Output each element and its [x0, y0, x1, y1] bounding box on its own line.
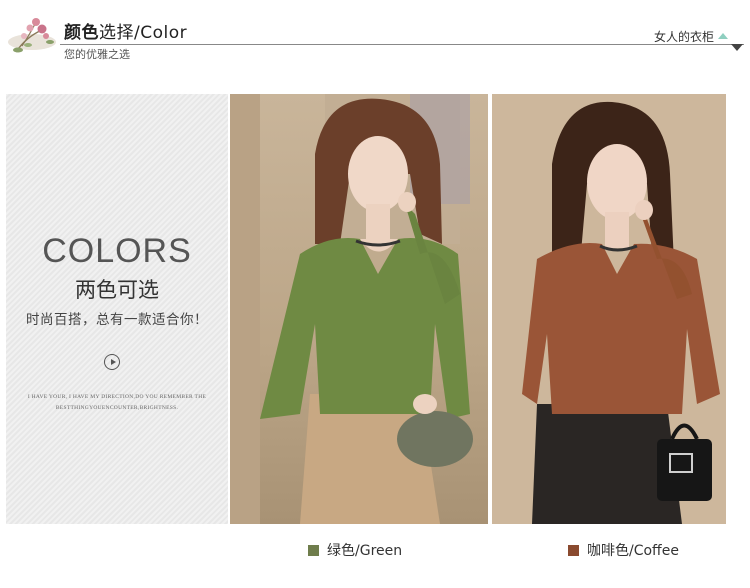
green-model-illustration: [230, 94, 473, 524]
colors-tagline: 时尚百搭，总有一款适合你！: [26, 312, 208, 328]
decorative-caption: I HAVE YOUR, I HAVE MY DIRECTION,DO YOU …: [16, 392, 218, 414]
legend-coffee: 咖啡色/Coffee: [568, 540, 679, 560]
legend-coffee-label: 咖啡色/Coffee: [587, 543, 679, 559]
title-bold: 颜色: [64, 23, 99, 43]
page-subtitle: 您的优雅之选: [64, 48, 130, 61]
coffee-swatch: [568, 544, 579, 556]
play-arrow-icon[interactable]: [104, 354, 120, 370]
triangle-down-icon: [731, 44, 743, 51]
brand-tag: 女人的衣柜: [653, 30, 714, 44]
divider: [60, 44, 744, 45]
caption-line-2: BESTTHINGYOUENCOUNTER,BRIGHTNESS.: [55, 405, 179, 411]
triangle-up-icon: [718, 33, 728, 39]
legend-green: 绿色/Green: [308, 540, 402, 560]
section-header: 颜色选择/Color 您的优雅之选 女人的衣柜: [0, 0, 750, 72]
coffee-sweater-photo: [492, 94, 726, 524]
legend-green-label: 绿色/Green: [327, 543, 403, 559]
caption-line-1: I HAVE YOUR, I HAVE MY DIRECTION,DO YOU …: [27, 394, 207, 400]
colors-heading: COLORS: [42, 232, 192, 270]
page-title: 颜色选择/Color: [64, 18, 187, 43]
colors-heading-cn: 两色可选: [75, 278, 159, 302]
green-swatch: [308, 544, 319, 556]
green-sweater-photo: [230, 94, 488, 524]
colors-panel: COLORS 两色可选 时尚百搭，总有一款适合你！ I HAVE YOUR, I…: [6, 94, 228, 524]
flower-logo-icon: [8, 18, 56, 53]
title-rest: 选择/Color: [99, 23, 188, 43]
coffee-model-illustration: [492, 94, 726, 524]
